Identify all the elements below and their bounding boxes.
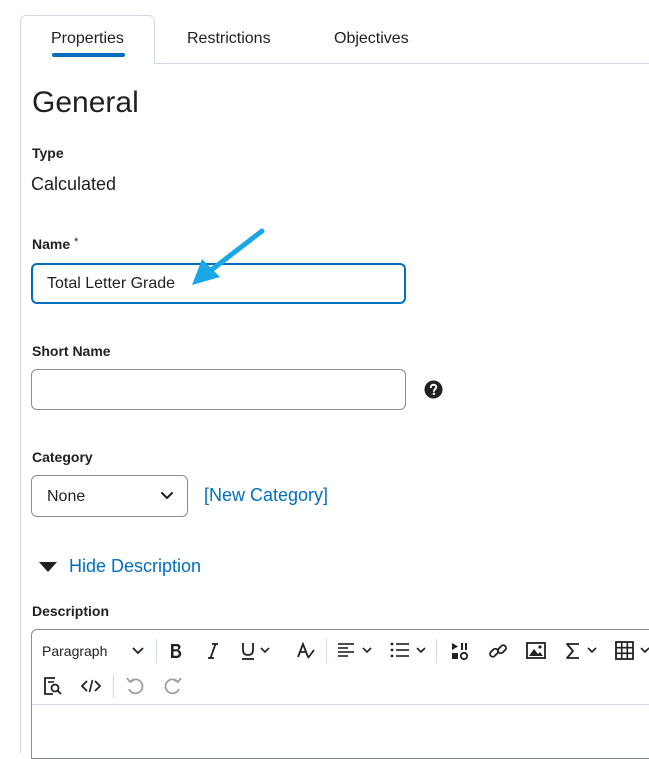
tab-properties[interactable]: Properties	[51, 30, 124, 48]
tab-objectives[interactable]: Objectives	[334, 30, 409, 48]
category-select[interactable]: None	[31, 475, 188, 517]
format-chevron-down-icon[interactable]	[132, 647, 144, 655]
italic-icon[interactable]	[206, 642, 220, 660]
hide-description-link[interactable]: Hide Description	[69, 556, 201, 577]
bold-icon[interactable]	[168, 642, 184, 660]
align-chevron-down-icon[interactable]	[362, 647, 372, 654]
redo-icon[interactable]	[163, 676, 183, 696]
short-name-input[interactable]	[31, 369, 406, 410]
text-style-icon[interactable]	[296, 641, 316, 661]
table-icon[interactable]	[615, 641, 635, 661]
short-name-label: Short Name	[32, 343, 111, 359]
toolbar-bottom-divider	[32, 704, 649, 705]
format-select[interactable]: Paragraph	[42, 643, 107, 659]
new-category-link[interactable]: [New Category]	[204, 485, 328, 506]
tab-bar: Properties Restrictions Objectives	[0, 0, 649, 64]
description-editor[interactable]: Paragraph	[31, 629, 649, 759]
image-icon[interactable]	[526, 642, 546, 659]
triangle-down-icon[interactable]	[38, 561, 58, 573]
name-label: Name *	[32, 236, 78, 252]
align-icon[interactable]	[337, 642, 355, 658]
list-chevron-down-icon[interactable]	[416, 647, 426, 654]
toolbar-separator	[436, 639, 437, 663]
tab-restrictions[interactable]: Restrictions	[187, 30, 271, 48]
find-replace-icon[interactable]	[43, 676, 63, 696]
section-title: General	[32, 86, 139, 119]
toolbar-separator	[113, 674, 114, 698]
equation-icon[interactable]	[565, 641, 581, 661]
required-mark: *	[74, 236, 79, 248]
underline-icon[interactable]	[240, 641, 258, 661]
list-icon[interactable]	[390, 642, 410, 658]
name-input[interactable]	[31, 263, 406, 304]
link-icon[interactable]	[488, 641, 508, 661]
panel-left-border	[20, 63, 21, 753]
name-label-text: Name	[32, 236, 71, 252]
category-selected-value: None	[47, 488, 86, 505]
toolbar-separator	[156, 639, 157, 663]
active-tab-indicator	[52, 53, 125, 57]
equation-chevron-down-icon[interactable]	[587, 647, 597, 654]
toolbar-separator	[326, 639, 327, 663]
type-label: Type	[32, 145, 64, 161]
underline-chevron-down-icon[interactable]	[260, 647, 270, 654]
table-chevron-down-icon[interactable]	[640, 647, 649, 654]
type-value: Calculated	[31, 174, 117, 194]
category-label: Category	[32, 449, 93, 465]
undo-icon[interactable]	[125, 676, 145, 696]
chevron-down-icon	[161, 492, 173, 499]
tab-bar-divider	[155, 63, 649, 64]
source-code-icon[interactable]	[81, 679, 101, 693]
help-circle-icon[interactable]	[424, 380, 443, 399]
description-label: Description	[32, 603, 110, 619]
media-icon[interactable]	[450, 641, 470, 661]
